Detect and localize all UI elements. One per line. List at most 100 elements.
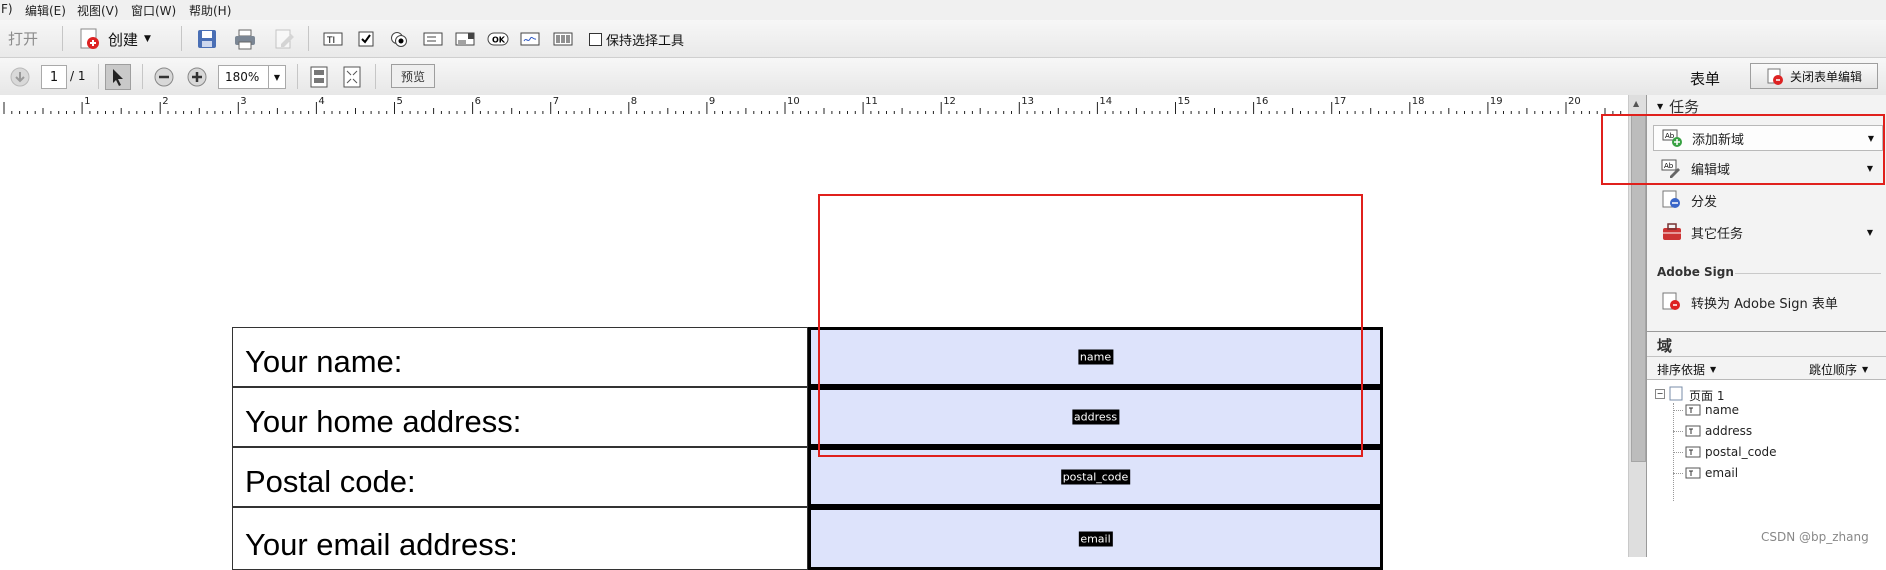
main-toolbar: 打开 创建 ▼ TI OK 保持选择工具 (0, 20, 1886, 58)
form-label: Postal code: (245, 464, 416, 499)
keep-tool-checkbox[interactable]: 保持选择工具 (589, 30, 684, 49)
form-label-cell: Your email address: (232, 507, 808, 570)
full-screen-button[interactable] (340, 65, 364, 89)
ruler-number: 19 (1490, 96, 1503, 107)
create-button[interactable]: 创建 ▼ (78, 26, 151, 52)
open-button[interactable]: 打开 (8, 28, 38, 48)
form-edit-icon (1767, 68, 1783, 85)
form-label-cell: Postal code: (232, 447, 808, 507)
toolbar-separator (308, 26, 309, 51)
form-label: Your email address: (245, 527, 518, 562)
preview-label: 预览 (400, 69, 425, 84)
tree-field-item[interactable]: postal_code (1705, 445, 1777, 459)
barcode-icon (553, 32, 573, 46)
page-total: / 1 (70, 69, 86, 83)
barcode-tool[interactable] (551, 30, 575, 48)
tree-line (1673, 473, 1683, 474)
ruler-number: 13 (1021, 96, 1034, 107)
checkbox-tool[interactable] (356, 30, 376, 48)
tasks-header[interactable]: ▼ 任务 (1647, 97, 1886, 116)
distribute-label: 分发 (1691, 194, 1718, 210)
form-label: Your home address: (245, 404, 522, 439)
tree-page-node[interactable]: 页面 1 (1689, 387, 1724, 404)
tree-field-item[interactable]: name (1705, 403, 1739, 417)
chevron-down-icon: ▼ (1866, 227, 1873, 237)
button-tool[interactable]: OK (486, 30, 510, 48)
menu-help[interactable]: 帮助(H) (189, 2, 231, 19)
next-page-button[interactable] (8, 65, 32, 89)
distribute-icon (1662, 190, 1680, 208)
zoom-in-button[interactable] (185, 65, 209, 89)
convert-adobe-sign-item[interactable]: 转换为 Adobe Sign 表单 (1647, 289, 1886, 315)
chevron-down-icon: ▼ (1657, 101, 1664, 111)
cursor-arrow-icon (113, 69, 123, 86)
radio-button-tool[interactable] (388, 30, 410, 48)
zoom-out-button[interactable] (152, 65, 176, 89)
checkbox-box[interactable] (589, 32, 602, 46)
chevron-down-icon: ▼ (144, 34, 151, 44)
chevron-down-icon[interactable]: ▼ (268, 66, 285, 88)
navigation-toolbar: 1 / 1 180% ▼ 预览 表单 关闭表单编辑 (0, 58, 1886, 96)
form-label: Your name: (245, 344, 403, 379)
form-field-email[interactable]: email (808, 507, 1383, 570)
toolbar-separator (98, 64, 99, 89)
zoom-select[interactable]: 180% ▼ (218, 65, 286, 89)
fit-page-button[interactable] (307, 65, 331, 89)
print-button[interactable] (231, 26, 259, 52)
watermark: CSDN @bp_zhang (1761, 530, 1869, 544)
fields-tree: − 页面 1 name address postal_code email CS… (1647, 379, 1886, 558)
ruler-number: 2 (162, 96, 168, 107)
annotation-highlight-box (1601, 114, 1885, 185)
menu-file[interactable]: F) (1, 2, 13, 16)
sort-by-dropdown[interactable]: 排序依据 ▼ (1657, 361, 1716, 378)
save-button[interactable] (194, 26, 220, 52)
full-screen-icon (343, 66, 361, 88)
ruler-number: 20 (1568, 96, 1581, 107)
field-name-tag: postal_code (1060, 469, 1131, 485)
text-field-icon (1685, 446, 1701, 458)
zoom-in-icon (187, 67, 207, 87)
convert-adobe-sign-label: 转换为 Adobe Sign 表单 (1691, 296, 1838, 312)
tab-order-dropdown[interactable]: 跳位顺序 ▼ (1809, 361, 1868, 378)
save-icon (198, 30, 216, 48)
document-canvas: Your name: name Your home address: addre… (0, 114, 1628, 570)
menu-bar: F) 编辑(E) 视图(V) 窗口(W) 帮助(H) (0, 0, 1886, 21)
field-name-tag: email (1078, 531, 1113, 546)
list-box-tool[interactable] (422, 30, 444, 48)
section-divider (1735, 273, 1881, 274)
form-mode-label: 表单 (1690, 70, 1721, 88)
toolbar-separator (297, 64, 298, 89)
menu-view[interactable]: 视图(V) (77, 2, 119, 19)
text-field-tool[interactable]: TI (322, 30, 344, 48)
other-tasks-item[interactable]: 其它任务 ▼ (1647, 219, 1886, 245)
distribute-item[interactable]: 分发 (1647, 187, 1886, 213)
menu-edit[interactable]: 编辑(E) (25, 2, 66, 19)
ruler-number: 12 (943, 96, 956, 107)
signature-tool[interactable] (519, 30, 541, 48)
ruler-number: 7 (553, 96, 559, 107)
collapse-icon[interactable]: − (1655, 389, 1665, 399)
page-number-input[interactable]: 1 (41, 65, 67, 89)
tree-line (1673, 410, 1683, 411)
menu-window[interactable]: 窗口(W) (131, 2, 176, 19)
select-tool-button[interactable] (105, 64, 131, 90)
preview-button[interactable]: 预览 (391, 64, 435, 88)
fields-title: 域 (1657, 337, 1673, 355)
toolbox-icon (1663, 223, 1681, 240)
close-form-editing-button[interactable]: 关闭表单编辑 (1750, 63, 1878, 89)
page-icon (1669, 386, 1683, 401)
adobe-sign-form-icon (1662, 292, 1680, 310)
ok-icon-text: OK (492, 36, 506, 45)
ruler-number: 4 (318, 96, 324, 107)
dropdown-tool[interactable] (454, 30, 476, 48)
adobe-sign-title: Adobe Sign (1657, 265, 1734, 279)
ruler-number: 14 (1099, 96, 1112, 107)
ruler-number: 9 (709, 96, 715, 107)
form-label-cell: Your name: (232, 327, 808, 387)
scroll-up-icon[interactable]: ▲ (1633, 99, 1639, 108)
tree-field-item[interactable]: address (1705, 424, 1752, 438)
list-box-icon (423, 32, 443, 46)
edit-doc-button[interactable] (271, 26, 297, 52)
text-field-icon (1685, 425, 1701, 437)
tree-field-item[interactable]: email (1705, 466, 1738, 480)
